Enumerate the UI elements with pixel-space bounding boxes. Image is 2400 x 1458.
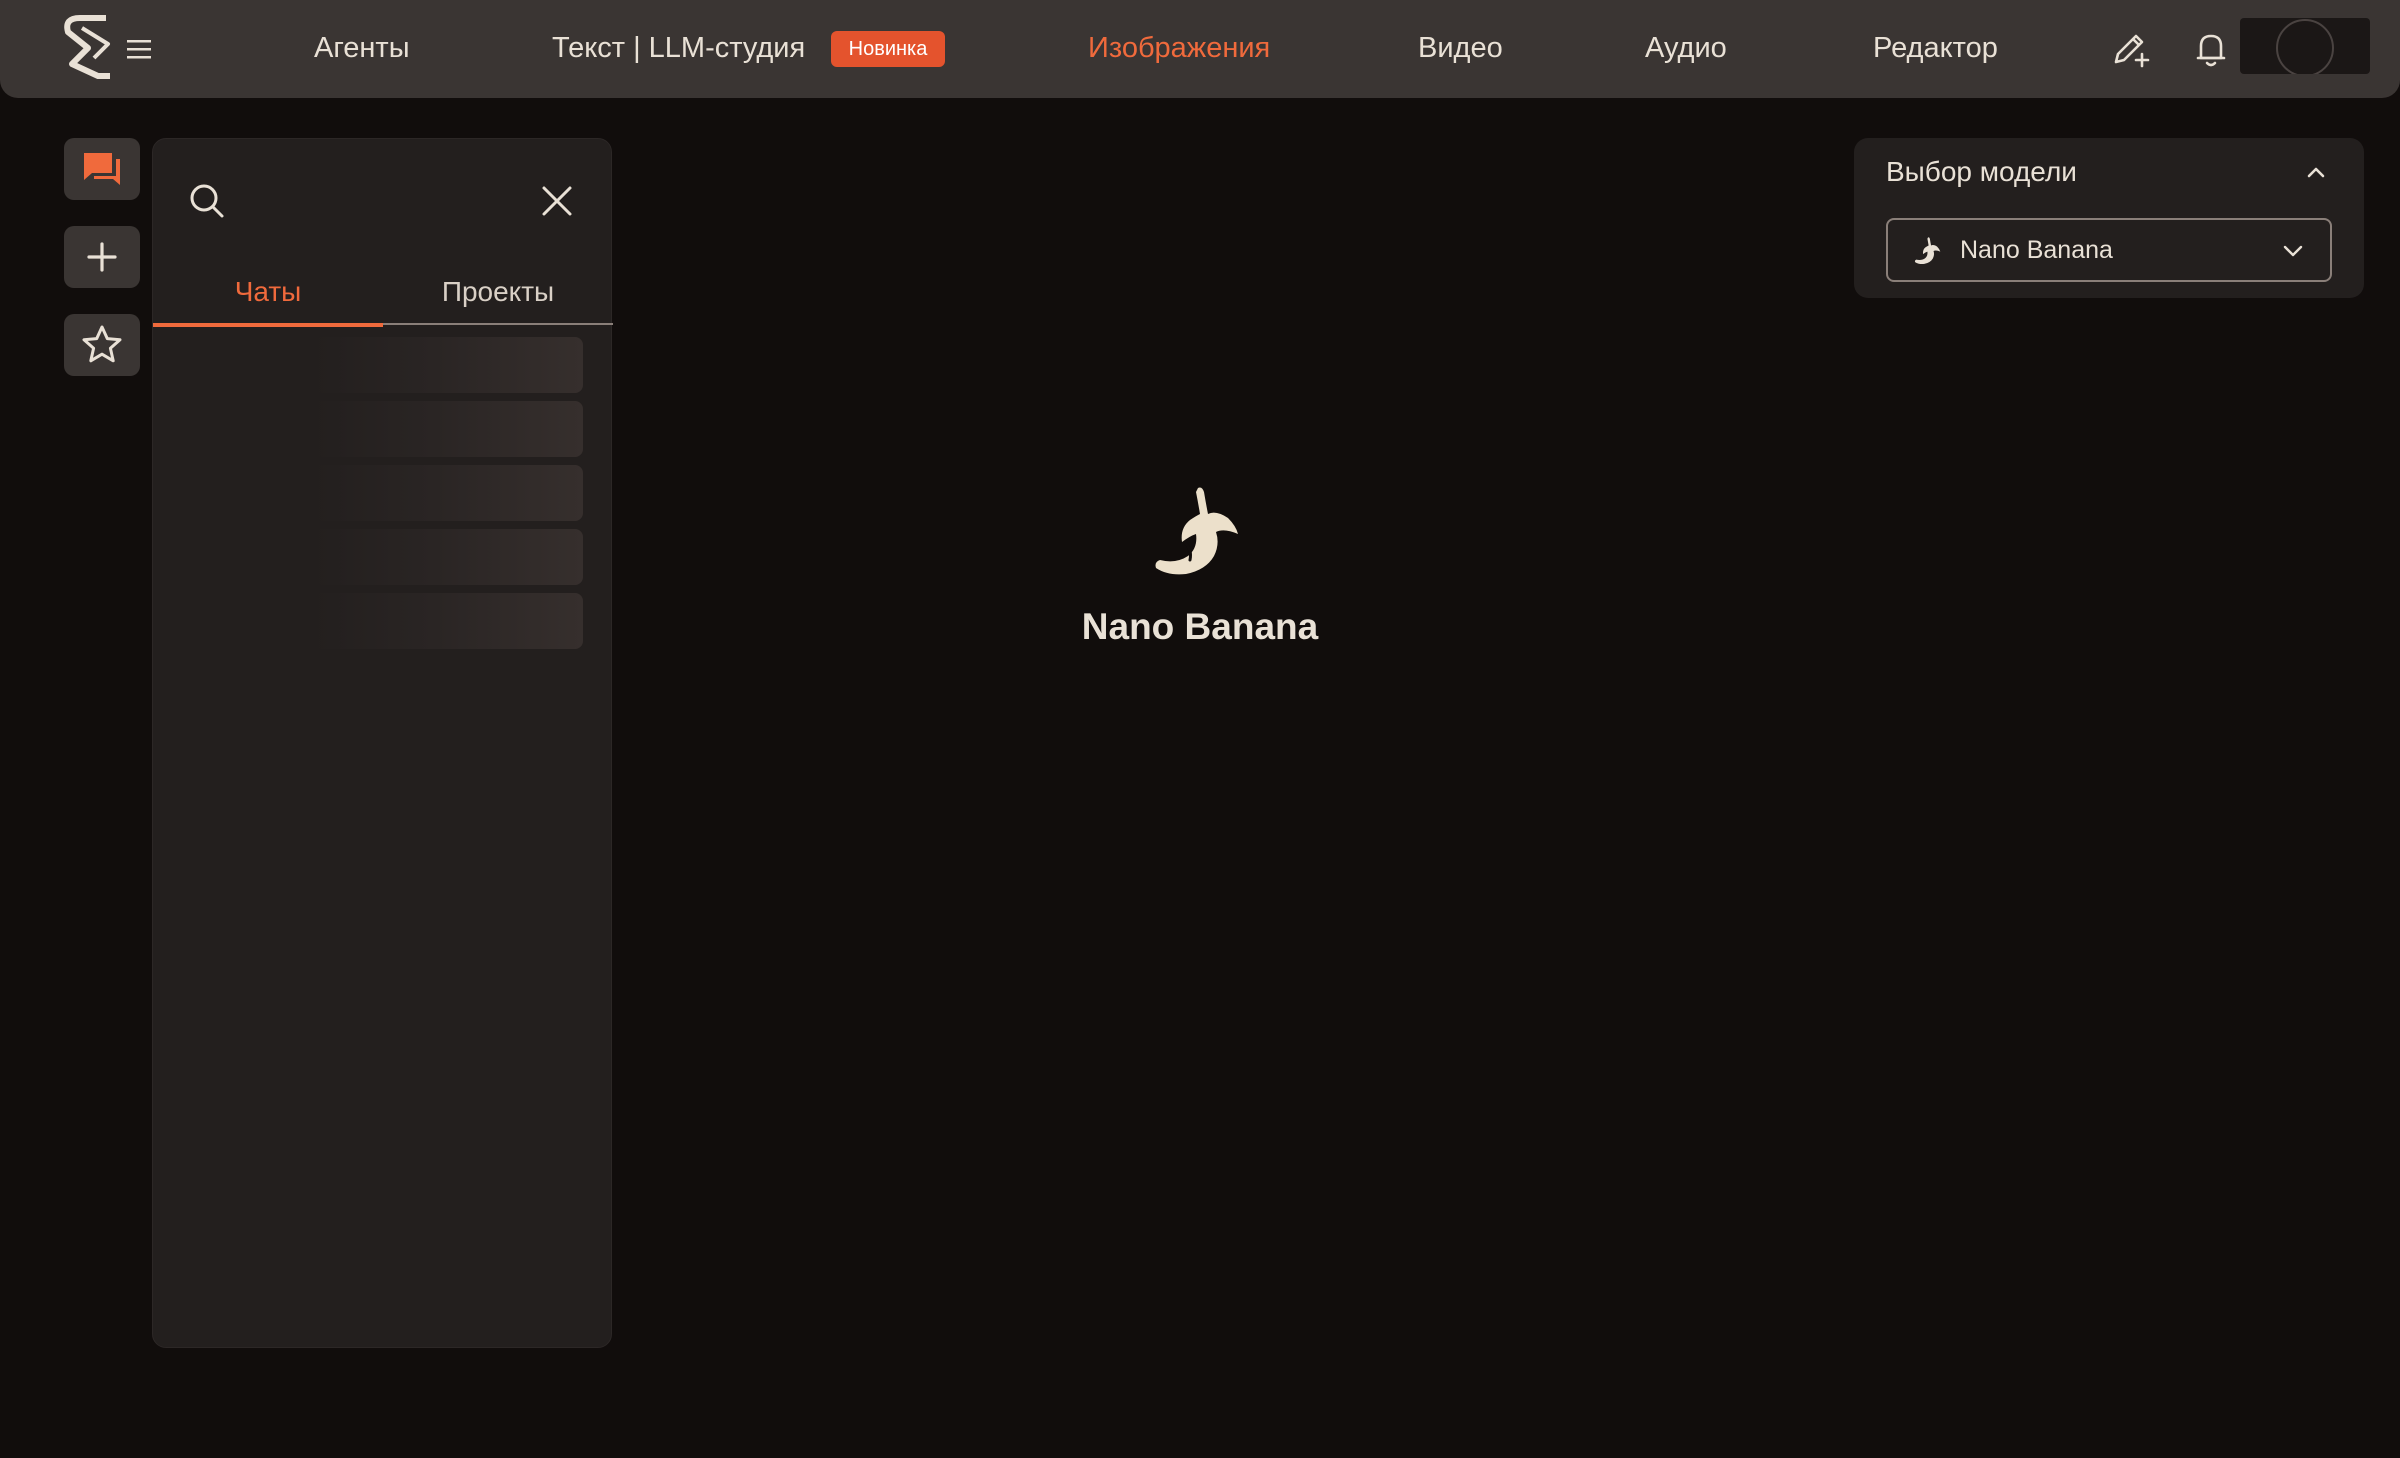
- banana-icon: [1155, 487, 1238, 575]
- nav-agents[interactable]: Агенты: [314, 28, 410, 68]
- panel-tabs: Чаты Проекты: [153, 267, 613, 327]
- chat-list-skeleton-row: [313, 529, 583, 585]
- new-chat-button[interactable]: [64, 226, 140, 288]
- plus-icon: [87, 242, 117, 272]
- selected-model-title: Nano Banana: [1081, 606, 1319, 647]
- nav-video[interactable]: Видео: [1418, 28, 1503, 68]
- pencil-sparkle-icon[interactable]: [2106, 26, 2152, 72]
- favorites-button[interactable]: [64, 314, 140, 376]
- chats-panel: Чаты Проекты: [152, 138, 613, 1348]
- chat-list-skeleton-row: [313, 337, 583, 393]
- star-icon: [82, 325, 122, 363]
- chat-search-input[interactable]: [237, 181, 467, 221]
- chat-list-skeleton-row: [313, 401, 583, 457]
- search-icon[interactable]: [187, 181, 227, 221]
- nav-editor[interactable]: Редактор: [1873, 28, 1998, 68]
- model-select-dropdown[interactable]: Nano Banana: [1886, 218, 2332, 282]
- chat-list-skeleton-row: [313, 593, 583, 649]
- hamburger-icon[interactable]: [124, 34, 154, 64]
- tab-chats[interactable]: Чаты: [153, 267, 383, 327]
- banana-icon: [1914, 237, 1941, 265]
- chat-icon: [84, 153, 120, 185]
- model-select-value: Nano Banana: [1960, 236, 2113, 264]
- nav-text-llm-studio[interactable]: Текст | LLM-студия: [552, 28, 805, 68]
- tab-projects[interactable]: Проекты: [383, 267, 613, 325]
- nav-audio[interactable]: Аудио: [1645, 28, 1727, 68]
- chats-rail-button[interactable]: [64, 138, 140, 200]
- brand-logo-icon[interactable]: [58, 14, 128, 80]
- chat-list-skeleton-row: [313, 465, 583, 521]
- avatar[interactable]: [2240, 18, 2370, 74]
- model-selector-card: Выбор модели Nano Banana: [1854, 138, 2364, 298]
- new-badge: Новинка: [831, 31, 945, 67]
- close-icon[interactable]: [539, 183, 575, 219]
- chevron-down-icon: [2283, 245, 2303, 257]
- top-navigation-bar: Агенты Текст | LLM-студия Новинка Изобра…: [0, 0, 2400, 98]
- chevron-up-icon[interactable]: [2302, 158, 2330, 186]
- bell-icon[interactable]: [2188, 26, 2234, 72]
- model-selector-title: Выбор модели: [1886, 156, 2077, 187]
- nav-images[interactable]: Изображения: [1088, 28, 1270, 68]
